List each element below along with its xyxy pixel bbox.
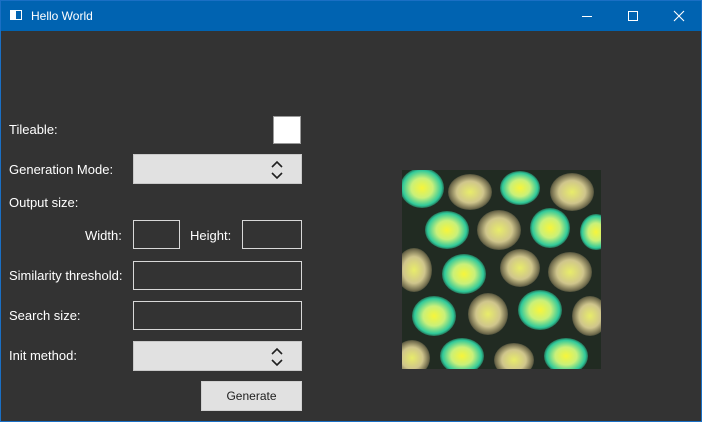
width-input[interactable] <box>133 220 180 249</box>
maximize-icon <box>628 11 638 21</box>
window-title: Hello World <box>31 9 93 23</box>
updown-chevron-icon <box>271 347 283 367</box>
minimize-icon <box>582 16 592 17</box>
similarity-threshold-label: Similarity threshold: <box>9 268 123 283</box>
init-method-label: Init method: <box>9 348 77 363</box>
title-bar[interactable]: Hello World <box>1 1 701 31</box>
width-label: Width: <box>85 228 122 243</box>
generate-button[interactable]: Generate <box>201 381 302 411</box>
similarity-threshold-input[interactable] <box>133 261 302 290</box>
maximize-button[interactable] <box>610 1 656 31</box>
tileable-checkbox[interactable] <box>273 116 301 144</box>
texture-preview-image <box>402 170 601 369</box>
height-input[interactable] <box>242 220 302 249</box>
close-icon <box>673 10 685 22</box>
search-size-label: Search size: <box>9 308 81 323</box>
tileable-label: Tileable: <box>9 122 58 137</box>
init-method-select[interactable] <box>133 341 302 371</box>
generation-mode-label: Generation Mode: <box>9 162 114 177</box>
output-size-label: Output size: <box>9 195 79 210</box>
search-size-input[interactable] <box>133 301 302 330</box>
close-button[interactable] <box>656 1 702 31</box>
generation-mode-select[interactable] <box>133 154 302 184</box>
app-icon <box>10 10 22 20</box>
minimize-button[interactable] <box>564 1 610 31</box>
updown-chevron-icon <box>271 160 283 180</box>
height-label: Height: <box>190 228 232 243</box>
app-window: Hello World Tileable: Generation Mode: O… <box>0 0 702 422</box>
